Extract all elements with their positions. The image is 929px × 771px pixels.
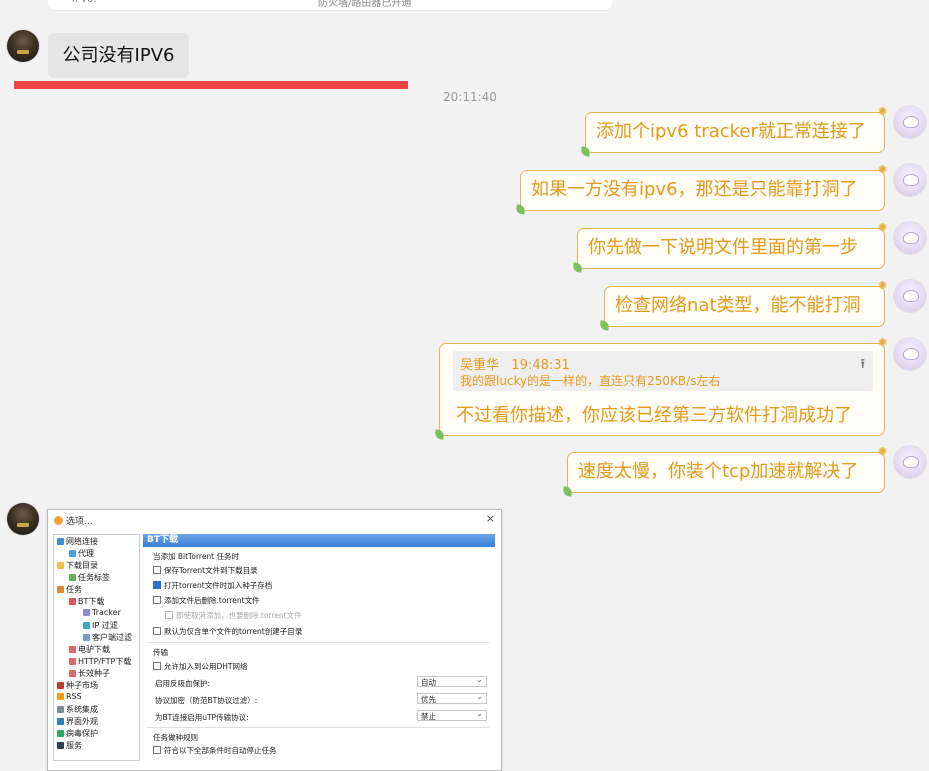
message-bubble-sent[interactable]: 速度太慢，你装个tcp加速就解决了 ✺ [562, 446, 887, 497]
quote-sender: 吴重华 19:48:31 [460, 358, 570, 373]
avatar[interactable] [894, 338, 926, 370]
sun-decoration-icon: ✺ [878, 279, 888, 292]
message-bubble-sent[interactable]: 添加个ipv6 tracker就正常连接了 ✺ [580, 106, 887, 157]
divider [147, 642, 489, 643]
quoted-message[interactable]: 吴重华 19:48:31 我的跟lucky的是一样的，直连只有250KB/s左右… [453, 351, 873, 391]
avatar[interactable] [894, 106, 926, 138]
tree-item: 服务 [57, 740, 82, 751]
message-text: 添加个ipv6 tracker就正常连接了 [596, 121, 866, 142]
tree-item: Tracker [83, 608, 121, 617]
close-icon: × [485, 512, 495, 525]
option-checkbox: 打开torrent文件时加入种子存档 [153, 580, 272, 591]
section-label: 任务做种规则 [153, 733, 198, 742]
section-label: 传输 [153, 648, 168, 657]
message-bubble-sent[interactable]: 检查网络nat类型，能不能打洞 ✺ [599, 280, 887, 331]
setting-dropdown: 优先 [417, 691, 487, 704]
app-icon [54, 516, 63, 525]
option-checkbox: 符合以下全部条件时自动停止任务 [153, 745, 277, 756]
leaf-decoration-icon [599, 320, 610, 331]
message-text: 不过看你描述，你应该已经第三方软件打洞成功了 [456, 405, 852, 426]
setting-label: 协议加密（防范BT协议过滤）: [155, 696, 258, 705]
message-text: 速度太慢，你装个tcp加速就解决了 [578, 461, 859, 482]
option-checkbox: 默认为仅含单个文件的torrent创建子目录 [153, 626, 302, 637]
avatar[interactable] [7, 30, 39, 62]
sun-decoration-icon: ✺ [878, 336, 888, 349]
option-checkbox: 即使取消添加，也要删除.torrent文件 [165, 610, 302, 621]
tree-item: RSS [57, 692, 82, 701]
section-label: 当添加 BitTorrent 任务时 [153, 552, 240, 561]
avatar[interactable] [894, 446, 926, 478]
tree-item: 代理 [69, 548, 94, 559]
panel-title: BT下载 [143, 534, 495, 547]
timestamp: 20:11:40 [443, 90, 497, 104]
tree-item: 任务 [57, 584, 82, 595]
sun-decoration-icon: ✺ [878, 445, 888, 458]
tree-item: HTTP/FTP下载 [69, 656, 131, 667]
image-message-options-dialog[interactable]: 选项... × 网络连接 代理 下载目录 任务标签 任务 BT下载 Tracke… [47, 509, 502, 771]
tree-item: IP 过滤 [83, 620, 118, 631]
sun-decoration-icon: ✺ [878, 105, 888, 118]
message-text: 公司没有IPV6 [62, 45, 175, 66]
sun-decoration-icon: ✺ [878, 221, 888, 234]
tree-item: 电驴下载 [69, 644, 110, 655]
previous-message-card: IPv6: 防火墙/路由器已开通 [48, 0, 612, 10]
setting-label: 为BT连接启用uTP传输协议: [155, 713, 249, 722]
avatar[interactable] [894, 222, 926, 254]
avatar[interactable] [894, 164, 926, 196]
tree-item: 任务标签 [69, 572, 110, 583]
options-panel: BT下载 当添加 BitTorrent 任务时 保存Torrent文件到下载目录… [143, 534, 495, 759]
tree-item: 界面外观 [57, 716, 98, 727]
leaf-decoration-icon [434, 429, 445, 440]
tree-item: 下载目录 [57, 560, 98, 571]
divider [147, 727, 489, 728]
message-text: 如果一方没有ipv6，那还是只能靠打洞了 [531, 179, 858, 200]
dialog-title: 选项... [54, 514, 93, 527]
message-bubble-received[interactable]: 公司没有IPV6 [48, 33, 189, 78]
quote-text: 我的跟lucky的是一样的，直连只有250KB/s左右 [460, 374, 721, 388]
message-bubble-sent[interactable]: 你先做一下说明文件里面的第一步 ✺ [572, 222, 887, 273]
avatar[interactable] [894, 280, 926, 312]
options-tree: 网络连接 代理 下载目录 任务标签 任务 BT下载 Tracker IP 过滤 … [53, 534, 140, 761]
tree-item: BT下载 [69, 596, 104, 607]
setting-label: 启用反吸血保护: [155, 679, 211, 688]
option-checkbox: 允许加入到公用DHT网络 [153, 661, 248, 672]
leaf-decoration-icon [580, 146, 591, 157]
setting-dropdown: 禁止 [417, 708, 487, 721]
message-bubble-sent[interactable]: 如果一方没有ipv6，那还是只能靠打洞了 ✺ [515, 164, 887, 215]
option-checkbox: 保存Torrent文件到下载目录 [153, 565, 258, 576]
highlight-underline [14, 81, 408, 89]
tree-item: 系统集成 [57, 704, 98, 715]
ipv6-value: 防火墙/路由器已开通 [318, 0, 412, 9]
tree-item: 病毒保护 [57, 728, 98, 739]
tree-item: 网络连接 [57, 536, 98, 547]
tree-item: 客户端过滤 [83, 632, 132, 643]
leaf-decoration-icon [515, 204, 526, 215]
message-bubble-sent-with-quote[interactable]: 吴重华 19:48:31 我的跟lucky的是一样的，直连只有250KB/s左右… [434, 337, 887, 440]
tree-item: 长效种子 [69, 668, 110, 679]
message-text: 检查网络nat类型，能不能打洞 [615, 295, 861, 316]
option-checkbox: 添加文件后删除.torrent文件 [153, 595, 260, 606]
setting-dropdown: 自动 [417, 674, 487, 687]
avatar[interactable] [7, 503, 39, 535]
ipv6-key: IPv6: [72, 0, 97, 5]
message-text: 你先做一下说明文件里面的第一步 [588, 237, 858, 258]
jump-to-quote-icon[interactable]: ⭱ [860, 355, 865, 377]
tree-item: 种子市场 [57, 680, 98, 691]
sun-decoration-icon: ✺ [878, 163, 888, 176]
leaf-decoration-icon [572, 262, 583, 273]
leaf-decoration-icon [562, 486, 573, 497]
